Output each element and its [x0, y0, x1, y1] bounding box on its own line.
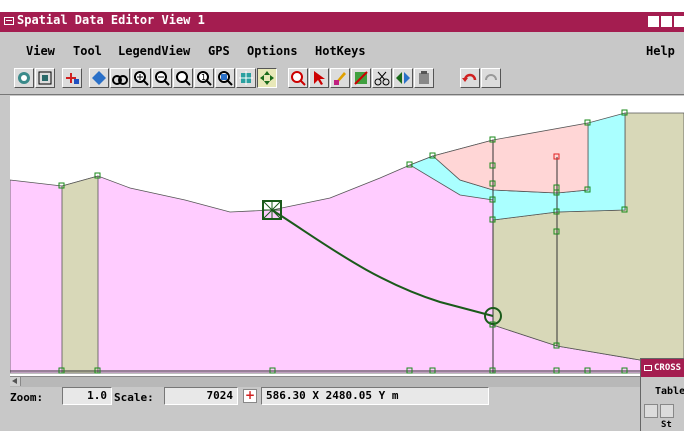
scale-label: Scale:	[114, 391, 154, 404]
select-tool-icon[interactable]	[257, 68, 277, 88]
view-icon[interactable]	[14, 68, 34, 88]
undo-icon[interactable]	[460, 68, 480, 88]
close-icon[interactable]	[674, 16, 684, 27]
extent-icon[interactable]	[35, 68, 55, 88]
pan-icon[interactable]	[236, 68, 256, 88]
menu-gps[interactable]: GPS	[208, 44, 230, 58]
zoom-box-icon[interactable]	[215, 68, 235, 88]
panel-menu-icon[interactable]	[644, 364, 652, 371]
paste-icon[interactable]	[414, 68, 434, 88]
scroll-left-icon[interactable]	[10, 377, 21, 386]
minimize-icon[interactable]	[648, 16, 659, 27]
menu-legendview[interactable]: LegendView	[118, 44, 190, 58]
window-titlebar[interactable]: Spatial Data Editor View 1	[0, 12, 684, 32]
zoom-out-icon[interactable]	[152, 68, 172, 88]
maximize-icon[interactable]	[661, 16, 672, 27]
panel-tool-icon[interactable]	[644, 404, 658, 418]
binoculars-icon[interactable]	[110, 68, 130, 88]
cross-section-canvas[interactable]	[10, 96, 684, 376]
cross-section-panel-titlebar[interactable]: CROSS	[641, 359, 684, 377]
scale-field[interactable]: 7024	[164, 387, 238, 405]
svg-text:1: 1	[201, 73, 206, 82]
find-icon[interactable]	[288, 68, 308, 88]
redo-icon[interactable]	[481, 68, 501, 88]
cross-section-panel[interactable]: CROSS Table St	[640, 358, 684, 431]
tan-dike	[61, 175, 99, 374]
cross-section-panel-title: CROSS	[654, 363, 682, 373]
spatial-data-editor-window: Spatial Data Editor View 1 View Tool Leg…	[0, 0, 684, 431]
panel-menu-table[interactable]: Table	[655, 386, 684, 397]
menu-bar: View Tool LegendView GPS Options HotKeys…	[0, 32, 684, 65]
zoom-area-icon[interactable]	[173, 68, 193, 88]
menu-tool[interactable]: Tool	[73, 44, 102, 58]
copy-layer-icon[interactable]	[393, 68, 413, 88]
zoom-label: Zoom:	[10, 391, 44, 404]
panel-subtitle: St	[661, 420, 672, 430]
pointer-icon[interactable]	[309, 68, 329, 88]
zoom-full-icon[interactable]: 1	[194, 68, 214, 88]
menu-view[interactable]: View	[26, 44, 55, 58]
panel-points-icon[interactable]	[660, 404, 674, 418]
coordinate-mode-icon[interactable]: +	[243, 389, 257, 403]
cut-icon[interactable]	[372, 68, 392, 88]
edit-element-icon[interactable]	[330, 68, 350, 88]
add-layer-icon[interactable]	[62, 68, 82, 88]
select-mode-icon[interactable]	[89, 68, 109, 88]
window-title: Spatial Data Editor View 1	[17, 13, 205, 27]
toolbar: 1	[0, 64, 684, 95]
select-region-icon[interactable]	[351, 68, 371, 88]
menu-hotkeys[interactable]: HotKeys	[315, 44, 366, 58]
coordinate-readout: 586.30 X 2480.05 Y m	[261, 387, 489, 405]
top-strip	[0, 0, 684, 12]
zoom-in-icon[interactable]	[131, 68, 151, 88]
zoom-field[interactable]: 1.0	[62, 387, 112, 405]
window-menu-icon[interactable]	[4, 17, 14, 25]
line-start-marker	[262, 200, 282, 220]
horizontal-scrollbar[interactable]	[10, 376, 684, 387]
status-bar: Zoom: 1.0 Scale: 7024 + 586.30 X 2480.05…	[0, 387, 684, 431]
menu-help[interactable]: Help	[646, 44, 675, 58]
menu-options[interactable]: Options	[247, 44, 298, 58]
